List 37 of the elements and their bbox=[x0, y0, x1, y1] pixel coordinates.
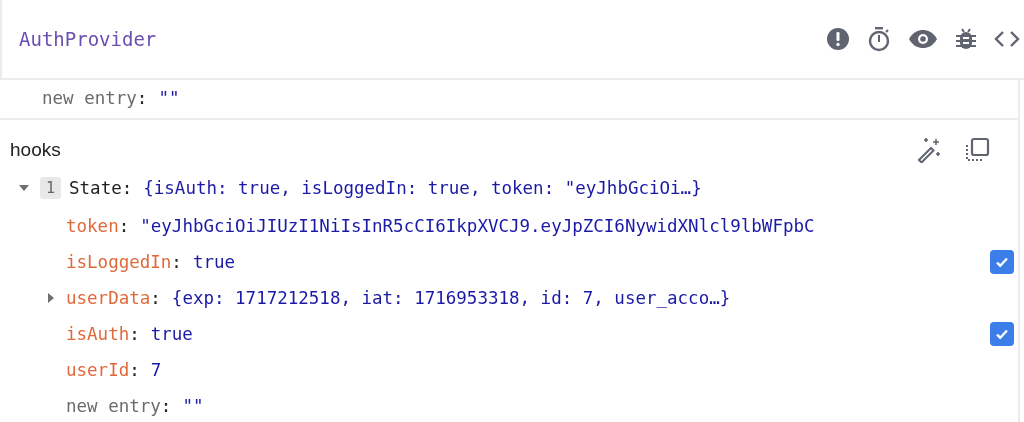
state-value: {exp: 1717212518, iat: 1716953318, id: 7, user_acco…} bbox=[171, 288, 731, 308]
colon: : bbox=[136, 88, 148, 108]
colon: : bbox=[129, 324, 140, 344]
colon: : bbox=[118, 216, 130, 236]
colon: : bbox=[121, 178, 133, 198]
state-value: true bbox=[150, 324, 193, 344]
prop-value: "" bbox=[158, 88, 180, 108]
eye-icon[interactable] bbox=[908, 29, 938, 49]
colon: : bbox=[150, 288, 161, 308]
colon: : bbox=[129, 360, 140, 380]
state-value: 7 bbox=[150, 360, 162, 380]
state-value: "eyJhbGciOiJIUzI1NiIsInR5cCI6IkpXVCJ9.eyJpZCI6NywidXNlcl9lbWFpbC bbox=[140, 216, 815, 236]
state-key: isLoggedIn bbox=[66, 252, 172, 272]
checkbox[interactable] bbox=[990, 322, 1014, 346]
hook-summary: {isAuth: true, isLoggedIn: true, token: "eyJhbGciOi…} bbox=[143, 178, 702, 198]
caret-icon[interactable] bbox=[46, 292, 56, 304]
hook-index: 1 bbox=[40, 177, 62, 199]
state-key: new entry bbox=[66, 396, 161, 416]
bug-icon[interactable] bbox=[955, 27, 977, 51]
colon: : bbox=[171, 252, 182, 272]
section-title: hooks bbox=[10, 139, 61, 161]
state-value: true bbox=[192, 252, 236, 272]
state-value: "" bbox=[182, 396, 204, 416]
checkbox[interactable] bbox=[990, 250, 1014, 274]
warning-icon[interactable] bbox=[826, 27, 850, 51]
state-key: isAuth bbox=[66, 324, 130, 344]
colon: : bbox=[160, 396, 172, 416]
state-key: token bbox=[66, 216, 119, 236]
prop-key: new entry bbox=[42, 88, 137, 108]
stopwatch-icon[interactable] bbox=[867, 26, 891, 52]
copy-icon[interactable] bbox=[964, 137, 990, 163]
state-key: userId bbox=[66, 360, 130, 380]
magic-wand-icon[interactable] bbox=[916, 137, 942, 163]
component-title: AuthProvider bbox=[19, 28, 157, 50]
hook-name: State bbox=[69, 178, 122, 198]
code-icon[interactable] bbox=[994, 29, 1020, 49]
state-key: userData bbox=[66, 288, 151, 308]
